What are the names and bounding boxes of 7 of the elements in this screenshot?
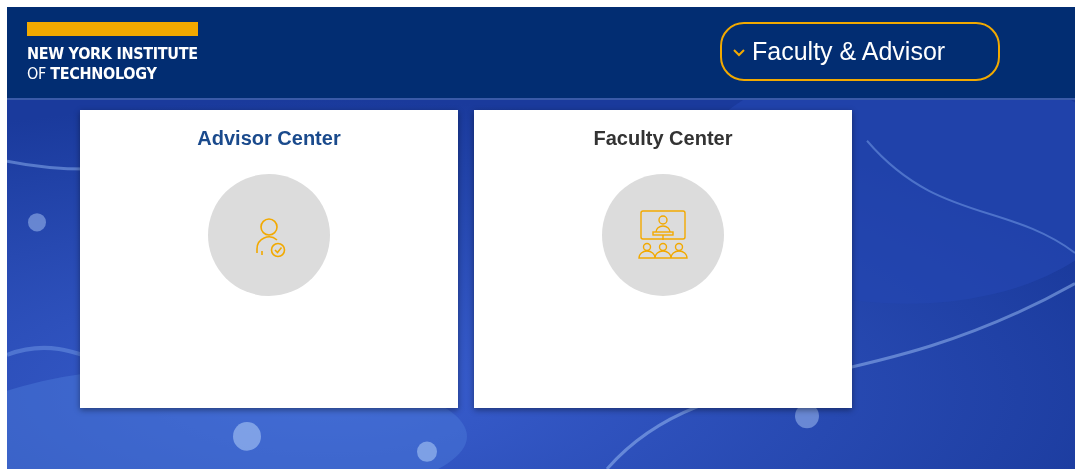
logo-text: NEW YORK INSTITUTE [27,44,198,64]
tile-title: Faculty Center [593,127,733,150]
logo-text: OF TECHNOLOGY [27,64,157,84]
navigation-dropdown[interactable]: Faculty & Advisor [720,22,1000,81]
tile[interactable]: Advisor Center [80,110,458,408]
tile[interactable]: Faculty Center [474,110,852,408]
tile-title: Advisor Center [197,127,341,150]
